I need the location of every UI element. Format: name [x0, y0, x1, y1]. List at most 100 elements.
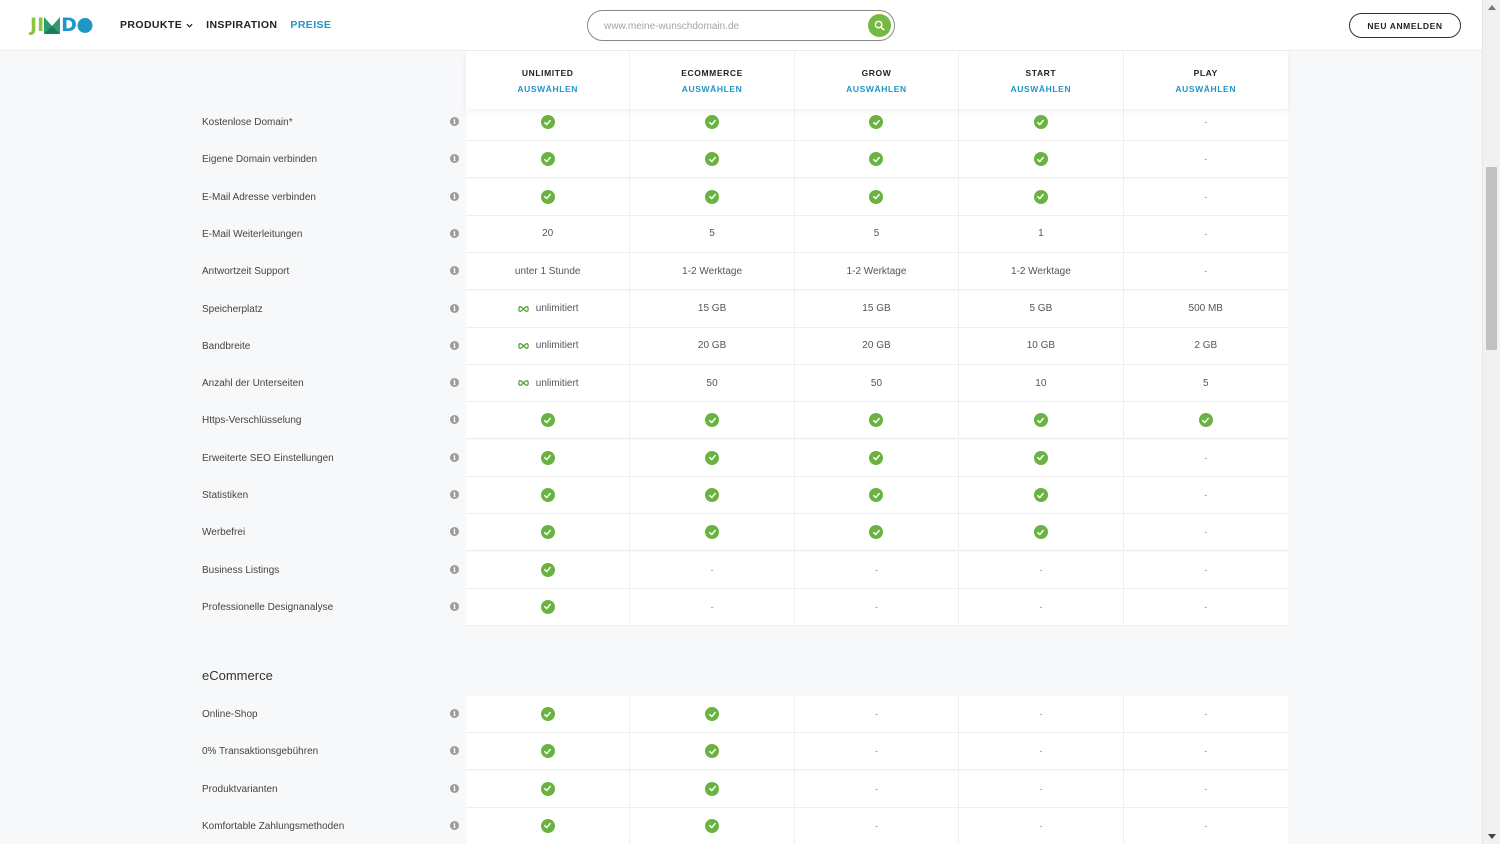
info-icon[interactable]: i — [450, 340, 459, 350]
check-icon — [873, 529, 880, 536]
feature-value-text: 15 GB — [862, 303, 891, 314]
search-button[interactable] — [868, 14, 891, 37]
feature-cell-play: 500 MB — [1123, 291, 1288, 328]
feature-cell-grow — [794, 178, 960, 216]
search-icon — [874, 20, 885, 31]
plan-name: START — [1025, 68, 1057, 78]
check-icon — [544, 748, 552, 755]
info-icon[interactable]: i — [450, 527, 459, 537]
not-included: - — [710, 601, 714, 612]
check-icon — [873, 454, 880, 461]
info-icon[interactable]: i — [450, 303, 459, 313]
info-icon[interactable]: i — [450, 415, 459, 425]
select-plan-link[interactable]: AUSWÄHLEN — [630, 84, 793, 94]
signup-button[interactable]: NEU ANMELDEN — [1349, 13, 1461, 38]
select-plan-link[interactable]: AUSWÄHLEN — [795, 84, 958, 94]
nav-preise[interactable]: PREISE — [290, 19, 331, 31]
feature-value-text: 50 — [870, 377, 883, 389]
info-icon[interactable]: i — [450, 820, 459, 830]
plan-name: PLAY — [1193, 68, 1218, 78]
info-icon[interactable]: i — [450, 746, 459, 756]
not-included: - — [1204, 191, 1208, 202]
feature-values — [466, 402, 1288, 440]
feature-cell-unlimited: unlimitiert — [466, 327, 631, 365]
check-badge — [540, 525, 555, 540]
feature-cell-unlimited — [466, 733, 631, 771]
feature-value-text: 2 GB — [1194, 340, 1218, 352]
feature-cell-grow — [794, 141, 960, 179]
info-icon[interactable]: i — [450, 601, 459, 611]
nav-inspiration[interactable]: INSPIRATION — [206, 19, 277, 31]
feature-value-text: 10 — [1035, 377, 1047, 389]
feature-cell-play: 5 — [1123, 365, 1288, 403]
check-badge — [705, 152, 720, 167]
info-icon[interactable]: i — [450, 452, 459, 462]
check-icon — [708, 492, 716, 498]
plan-name: UNLIMITED — [521, 68, 574, 78]
info-icon[interactable]: i — [450, 709, 459, 718]
info-icon[interactable]: i — [450, 490, 459, 499]
info-icon[interactable]: i — [450, 191, 459, 201]
plan-name: ECOMMERCE — [681, 68, 743, 78]
select-plan-link[interactable]: AUSWÄHLEN — [466, 84, 629, 94]
select-plan-link[interactable]: AUSWÄHLEN — [1124, 84, 1288, 94]
feature-cell-grow: - — [794, 696, 960, 733]
select-plan-link[interactable]: AUSWÄHLEN — [959, 84, 1122, 94]
feature-row: Eigene Domain verbinden i - — [0, 141, 1482, 179]
check-icon — [544, 823, 552, 829]
feature-values: ---- — [466, 588, 1288, 626]
feature-cell-ecommerce — [630, 104, 795, 141]
info-icon[interactable]: i — [450, 117, 459, 126]
check-badge — [540, 744, 555, 759]
scroll-down-icon[interactable] — [1488, 834, 1496, 839]
plan-column-grow: GROW AUSWÄHLEN — [795, 51, 960, 109]
feature-cell-start: - — [959, 770, 1124, 808]
feature-row: Komfortable Zahlungsmethoden i - - - — [0, 807, 1482, 844]
feature-value-text: unlimitiert — [535, 340, 579, 352]
feature-row: Kostenlose Domain* i - — [0, 104, 1482, 141]
feature-cell-unlimited: unlimitiert — [466, 290, 631, 328]
feature-values: unlimitiert 20 GB 20 GB 10 GB 2 GB — [466, 327, 1288, 365]
feature-value-text: 50 — [706, 377, 718, 389]
not-included: - — [1039, 564, 1043, 575]
feature-cell-play: - — [1123, 104, 1288, 141]
nav-produkte[interactable]: PRODUKTE — [120, 19, 193, 31]
feature-cell-unlimited — [466, 104, 631, 141]
feature-cell-ecommerce — [630, 477, 795, 514]
info-icon[interactable]: i — [450, 378, 459, 388]
scrollbar[interactable] — [1482, 0, 1500, 844]
feature-row: Professionelle Designanalyse i - - - - — [0, 588, 1482, 626]
check-icon — [1037, 454, 1045, 461]
feature-cell-play: - — [1123, 771, 1288, 808]
feature-cell-ecommerce: 15 GB — [630, 290, 795, 328]
domain-search-input[interactable] — [604, 18, 854, 34]
check-badge — [1033, 152, 1048, 167]
feature-label: Produktvarianten — [202, 783, 278, 795]
jimdo-logo[interactable]: J I D — [30, 15, 93, 35]
scroll-thumb[interactable] — [1486, 167, 1497, 350]
check-icon — [544, 119, 552, 125]
check-badge — [705, 450, 720, 465]
info-icon[interactable]: i — [450, 228, 459, 238]
feature-row: Bandbreite i unlimitiert 20 GB 20 GB 10 GB 2 G… — [0, 327, 1482, 365]
feature-row: Werbefrei i - — [0, 514, 1482, 552]
check-badge — [540, 562, 555, 577]
feature-cell-unlimited — [466, 514, 631, 552]
feature-cell-ecommerce — [630, 439, 795, 477]
check-icon — [1037, 417, 1045, 424]
scroll-up-icon[interactable] — [1488, 5, 1496, 10]
feature-cell-ecommerce: 20 GB — [630, 327, 795, 365]
check-icon — [1037, 492, 1045, 498]
infinity-icon — [518, 305, 529, 312]
info-icon[interactable]: i — [450, 564, 459, 574]
info-icon[interactable]: i — [450, 266, 459, 276]
check-badge — [705, 744, 720, 759]
info-icon[interactable]: i — [450, 783, 459, 793]
check-icon — [544, 417, 552, 424]
check-icon — [1037, 156, 1045, 163]
info-icon[interactable]: i — [450, 154, 459, 164]
feature-row: Anzahl der Unterseiten i unlimitiert 50 50 10… — [0, 365, 1482, 403]
check-icon — [544, 529, 552, 536]
feature-cell-play: - — [1123, 552, 1288, 589]
check-badge — [1033, 189, 1048, 204]
